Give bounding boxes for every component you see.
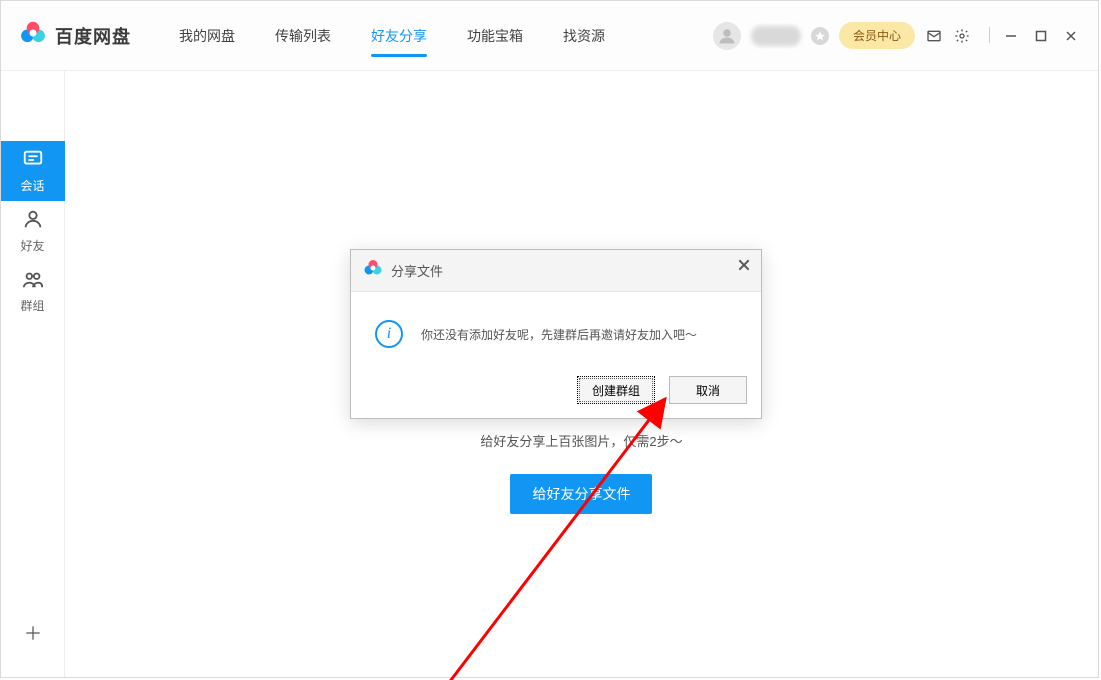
mail-icon[interactable] bbox=[925, 27, 943, 45]
vip-badge-icon bbox=[811, 27, 829, 45]
sidebar-item-groups[interactable]: 群组 bbox=[1, 261, 65, 321]
top-nav: 我的网盘 传输列表 好友分享 功能宝箱 找资源 bbox=[179, 1, 605, 71]
user-name-blurred bbox=[751, 26, 801, 46]
sidebar-add-button[interactable] bbox=[1, 611, 65, 659]
dialog-header: 分享文件 bbox=[351, 250, 761, 292]
close-window-icon[interactable] bbox=[1062, 27, 1080, 45]
plus-icon bbox=[23, 623, 43, 648]
dialog-body: i 你还没有添加好友呢，先建群后再邀请好友加入吧～ bbox=[351, 292, 761, 366]
app-title: 百度网盘 bbox=[55, 23, 131, 49]
sidebar-item-chat[interactable]: 会话 bbox=[1, 141, 65, 201]
empty-hint-text: 给好友分享上百张图片，仅需2步～ bbox=[480, 431, 682, 450]
dialog-message: 你还没有添加好友呢，先建群后再邀请好友加入吧～ bbox=[421, 326, 697, 343]
chat-icon bbox=[22, 148, 44, 173]
dialog-footer: 创建群组 取消 bbox=[351, 366, 761, 418]
sidebar-item-friends[interactable]: 好友 bbox=[1, 201, 65, 261]
dialog-close-icon[interactable] bbox=[737, 258, 751, 277]
user-avatar[interactable] bbox=[713, 22, 741, 50]
group-icon bbox=[22, 268, 44, 293]
nav-label: 传输列表 bbox=[275, 26, 331, 46]
person-icon bbox=[22, 208, 44, 233]
nav-label: 找资源 bbox=[563, 26, 605, 46]
cancel-button[interactable]: 取消 bbox=[669, 376, 747, 404]
body: 会话 好友 群组 给好友分享上百张 bbox=[1, 71, 1098, 677]
nav-friend-share[interactable]: 好友分享 bbox=[371, 1, 427, 71]
nav-find-resources[interactable]: 找资源 bbox=[563, 1, 605, 71]
nav-my-disk[interactable]: 我的网盘 bbox=[179, 1, 235, 71]
share-to-friends-button[interactable]: 给好友分享文件 bbox=[510, 474, 652, 514]
window-controls bbox=[989, 27, 1080, 45]
minimize-icon[interactable] bbox=[1002, 27, 1020, 45]
header-right: 会员中心 bbox=[713, 22, 1080, 50]
cloud-logo-icon bbox=[363, 258, 383, 283]
info-icon: i bbox=[375, 320, 403, 348]
dialog-title: 分享文件 bbox=[391, 261, 443, 280]
sidebar-item-label: 会话 bbox=[20, 177, 44, 194]
nav-label: 功能宝箱 bbox=[467, 26, 523, 46]
app-window: 百度网盘 我的网盘 传输列表 好友分享 功能宝箱 找资源 会员中心 bbox=[0, 0, 1099, 678]
separator bbox=[989, 27, 990, 43]
main-panel: 给好友分享上百张图片，仅需2步～ 给好友分享文件 分享文件 bbox=[65, 71, 1098, 677]
sidebar-item-label: 好友 bbox=[20, 237, 44, 254]
cloud-logo-icon bbox=[19, 19, 47, 52]
header-bar: 百度网盘 我的网盘 传输列表 好友分享 功能宝箱 找资源 会员中心 bbox=[1, 1, 1098, 71]
app-logo: 百度网盘 bbox=[19, 19, 131, 52]
vip-center-button[interactable]: 会员中心 bbox=[839, 22, 915, 49]
left-sidebar: 会话 好友 群组 bbox=[1, 71, 65, 677]
sidebar-item-label: 群组 bbox=[20, 297, 44, 314]
share-file-dialog: 分享文件 i 你还没有添加好友呢，先建群后再邀请好友加入吧～ 创建群组 取消 bbox=[350, 249, 762, 419]
empty-state: 给好友分享上百张图片，仅需2步～ 给好友分享文件 bbox=[480, 431, 682, 514]
create-group-button[interactable]: 创建群组 bbox=[577, 376, 655, 404]
nav-transfer-list[interactable]: 传输列表 bbox=[275, 1, 331, 71]
settings-icon[interactable] bbox=[953, 27, 971, 45]
nav-label: 好友分享 bbox=[371, 26, 427, 46]
nav-toolbox[interactable]: 功能宝箱 bbox=[467, 1, 523, 71]
nav-label: 我的网盘 bbox=[179, 26, 235, 46]
maximize-icon[interactable] bbox=[1032, 27, 1050, 45]
